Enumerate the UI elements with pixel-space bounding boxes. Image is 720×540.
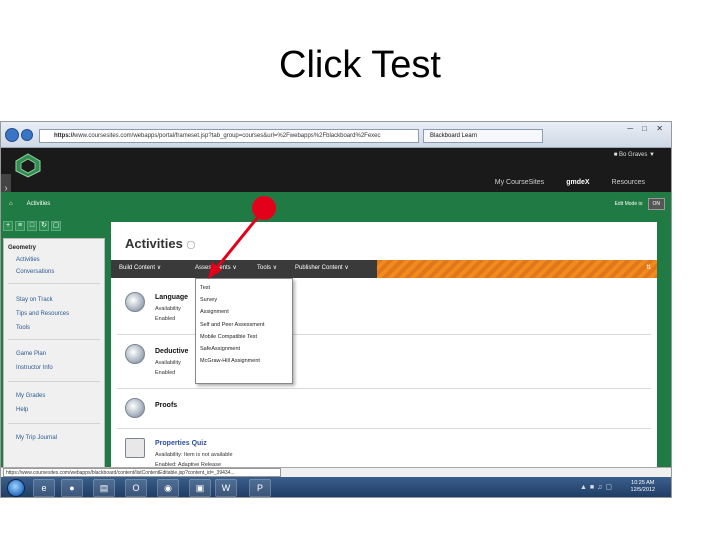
item-icon	[125, 344, 145, 364]
tab-gmdex[interactable]: gmdeX	[566, 179, 589, 186]
publisher-content-menu[interactable]: Publisher Content ∨	[295, 264, 349, 271]
menu-item-safeassignment[interactable]: SafeAssignment	[200, 346, 240, 352]
start-button[interactable]	[7, 479, 25, 497]
title-options-icon[interactable]: ◯	[186, 240, 195, 249]
explorer-icon[interactable]: ▤	[93, 479, 115, 497]
minimize-icon[interactable]: ─	[627, 124, 633, 133]
sidebar-item-my-grades[interactable]: My Grades	[16, 393, 45, 399]
add-menu-item-icon[interactable]: +	[3, 221, 13, 231]
bb-tab-bar: My CourseSites gmdeX Resources	[495, 179, 671, 186]
clock-time: 10:25 AM	[631, 480, 655, 486]
powerpoint-icon[interactable]: P	[249, 479, 271, 497]
menu-item-assignment[interactable]: Assignment	[200, 309, 229, 315]
url-scheme: https://	[54, 133, 74, 139]
item-title[interactable]: Properties Quiz	[155, 440, 207, 447]
sidebar-item-instructor-info[interactable]: Instructor Info	[16, 365, 53, 371]
item-icon	[125, 292, 145, 312]
divider	[8, 283, 100, 284]
sidebar-item-game-plan[interactable]: Game Plan	[16, 351, 46, 357]
maximize-icon[interactable]: □	[642, 124, 647, 133]
firefox-icon[interactable]: ●	[61, 479, 83, 497]
breadcrumb[interactable]: Activities	[27, 201, 51, 207]
item-title[interactable]: Language	[155, 294, 188, 301]
sidebar-item-tips[interactable]: Tips and Resources	[16, 311, 69, 317]
coursesites-logo-icon[interactable]	[13, 152, 43, 178]
menu-icon[interactable]: ≡	[15, 221, 25, 231]
folder-icon[interactable]: ▣	[189, 479, 211, 497]
address-bar[interactable]: https://www.coursesites.com/webapps/port…	[39, 129, 419, 143]
clock-date: 12/5/2012	[630, 487, 655, 493]
tab-resources[interactable]: Resources	[612, 179, 645, 186]
course-area: ⌂ Activities Edit Mode is: ON + ≡ □ ↻ ▢ …	[1, 192, 671, 470]
edit-mode-label: Edit Mode is:	[614, 201, 644, 207]
breadcrumb-bar: ⌂ Activities	[1, 192, 671, 216]
sidebar-item-stay-on-track[interactable]: Stay on Track	[16, 297, 53, 303]
user-menu[interactable]: ■ Bo Graves ▼	[614, 152, 655, 158]
divider	[8, 423, 100, 424]
assessments-menu[interactable]: Assessments ∨	[195, 264, 237, 271]
status-url: https://www.coursesites.com/webapps/blac…	[3, 468, 281, 477]
menu-item-mcgraw-hill[interactable]: McGraw-Hill Assignment	[200, 358, 260, 364]
clock[interactable]: 10:25 AM 12/5/2012	[631, 480, 655, 494]
sidebar-item-activities[interactable]: Activities	[16, 257, 40, 263]
menu-item-test[interactable]: Test	[200, 285, 210, 291]
item-enabled: Enabled	[155, 316, 176, 322]
forward-button[interactable]	[21, 129, 33, 141]
item-title[interactable]: Proofs	[155, 402, 177, 409]
item-availability: Availability	[155, 360, 181, 366]
view-icon[interactable]: ▢	[51, 221, 61, 231]
status-bar: https://www.coursesites.com/webapps/blac…	[1, 467, 671, 477]
refresh-icon[interactable]: ↻	[39, 221, 49, 231]
back-button[interactable]	[5, 128, 19, 142]
item-enabled: Enabled	[155, 370, 176, 376]
item-icon	[125, 398, 145, 418]
sidebar-item-conversations[interactable]: Conversations	[16, 269, 54, 275]
divider	[117, 388, 651, 389]
tools-menu[interactable]: Tools ∨	[257, 264, 277, 271]
item-availability: Availability	[155, 306, 181, 312]
tab-my-coursesites[interactable]: My CourseSites	[495, 179, 544, 186]
edit-mode-toggle[interactable]: Edit Mode is: ON	[615, 198, 665, 210]
screenshot: https://www.coursesites.com/webapps/port…	[0, 121, 672, 498]
assessments-dropdown: Test Survey Assignment Self and Peer Ass…	[195, 278, 293, 384]
system-tray-icons[interactable]: ▲■♫▢	[580, 483, 615, 491]
taskbar: e ● ▤ O ◉ ▣ W P ▲■♫▢ 10:25 AM 12/5/2012	[1, 477, 671, 497]
divider	[8, 381, 100, 382]
course-menu-toolbar: + ≡ □ ↻ ▢	[1, 221, 109, 235]
action-bar: Build Content ∨ Assessments ∨ Tools ∨ Pu…	[111, 260, 657, 278]
divider	[117, 428, 651, 429]
home-icon[interactable]: ⌂	[9, 201, 13, 207]
item-title[interactable]: Deductive	[155, 348, 188, 355]
url-text: www.coursesites.com/webapps/portal/frame…	[74, 133, 381, 139]
content-area: Activities ◯ Build Content ∨ Assessments…	[111, 222, 657, 470]
edit-mode-state[interactable]: ON	[647, 198, 665, 210]
course-menu: Geometry Activities Conversations Stay o…	[3, 238, 105, 470]
browser-tab[interactable]: Blackboard Learn	[423, 129, 543, 143]
divider	[8, 339, 100, 340]
browser-toolbar: https://www.coursesites.com/webapps/port…	[1, 122, 671, 148]
sidebar-item-help[interactable]: Help	[16, 407, 28, 413]
menu-item-self-peer[interactable]: Self and Peer Assessment	[200, 322, 265, 328]
outlook-icon[interactable]: O	[125, 479, 147, 497]
sidebar-item-tools[interactable]: Tools	[16, 325, 30, 331]
build-content-menu[interactable]: Build Content ∨	[119, 264, 161, 271]
folder-icon[interactable]: □	[27, 221, 37, 231]
menu-item-mobile-test[interactable]: Mobile Compatible Test	[200, 334, 257, 340]
menu-item-survey[interactable]: Survey	[200, 297, 217, 303]
close-icon[interactable]: ✕	[656, 124, 663, 133]
internet-explorer-icon[interactable]: e	[33, 479, 55, 497]
chrome-icon[interactable]: ◉	[157, 479, 179, 497]
slide-title: Click Test	[279, 44, 441, 86]
page-title: Activities ◯	[125, 236, 196, 251]
item-availability: Availability: Item is not available	[155, 452, 233, 458]
quiz-icon	[125, 438, 145, 458]
user-name: Bo Graves	[619, 152, 648, 158]
bb-header: ■ Bo Graves ▼ My CourseSites gmdeX Resou…	[1, 148, 671, 192]
sort-icon[interactable]: ⇅	[646, 264, 651, 271]
sidebar-course-title[interactable]: Geometry	[8, 245, 36, 251]
sidebar-item-trip-journal[interactable]: My Trip Journal	[16, 435, 57, 441]
word-icon[interactable]: W	[215, 479, 237, 497]
